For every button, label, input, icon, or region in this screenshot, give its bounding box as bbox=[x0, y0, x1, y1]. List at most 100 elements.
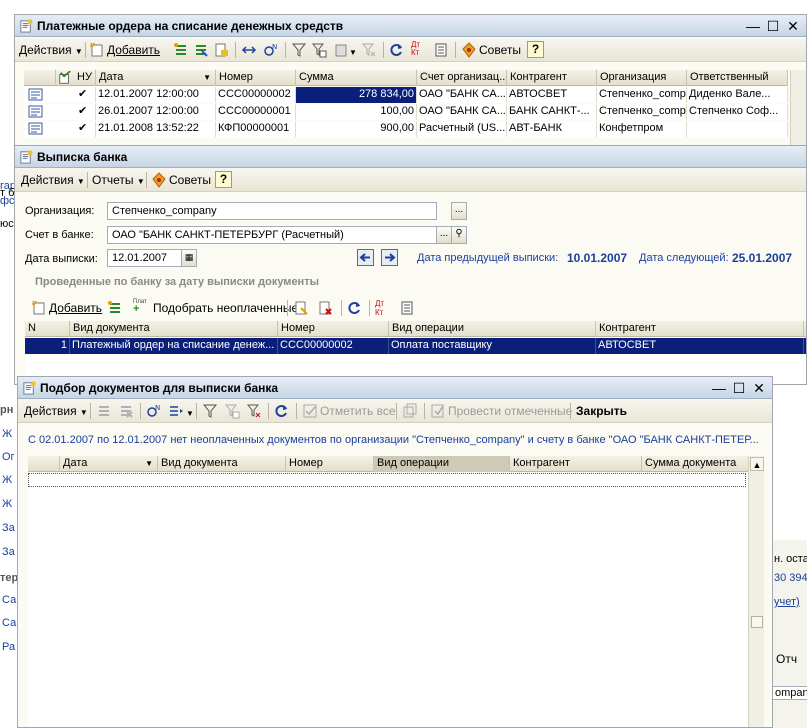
filter-icon[interactable] bbox=[291, 42, 307, 58]
filter-history-icon[interactable] bbox=[333, 42, 349, 58]
copy-icon[interactable] bbox=[107, 300, 123, 316]
copy-icon[interactable] bbox=[173, 42, 189, 58]
actions-menu[interactable]: Действия ▼ bbox=[24, 403, 88, 420]
bg-link[interactable]: Ог bbox=[2, 451, 15, 463]
previous-date-button[interactable] bbox=[357, 249, 374, 266]
open-bank-account-button[interactable]: ⚲ bbox=[451, 226, 467, 244]
column-document-sum[interactable]: Сумма документа bbox=[642, 456, 756, 472]
edit-icon-disabled[interactable] bbox=[96, 403, 112, 419]
maximize-button[interactable]: ☐ bbox=[764, 17, 782, 35]
actions-menu[interactable]: Действия ▼ bbox=[21, 172, 85, 189]
column-operation-type[interactable]: Вид операции bbox=[374, 456, 510, 472]
filter-value-icon[interactable] bbox=[311, 42, 327, 58]
mark-delete-icon[interactable] bbox=[213, 42, 229, 58]
mark-all-button[interactable]: Отметить все bbox=[320, 403, 396, 420]
list-options-dropdown[interactable]: ▼ bbox=[186, 405, 194, 422]
clear-filter-icon[interactable] bbox=[361, 42, 377, 58]
filter-value-icon[interactable] bbox=[224, 403, 240, 419]
tips-button[interactable]: Советы bbox=[479, 42, 521, 59]
column-n[interactable]: N bbox=[25, 321, 70, 337]
calendar-button[interactable]: ▦ bbox=[181, 249, 197, 267]
payment-orders-titlebar[interactable]: Платежные ордера на списание денежных ср… bbox=[15, 15, 806, 37]
refresh-icon[interactable] bbox=[274, 403, 290, 419]
next-date-button[interactable] bbox=[381, 249, 398, 266]
bg-link[interactable]: За bbox=[2, 546, 15, 558]
actions-menu[interactable]: Действия ▼ bbox=[19, 42, 83, 59]
organization-field[interactable]: Степченко_company bbox=[107, 202, 437, 220]
vertical-scrollbar[interactable] bbox=[790, 70, 806, 149]
cell-sum-selected[interactable]: 278 834,00 bbox=[296, 87, 417, 103]
table-row[interactable]: ✔ 21.01.2008 13:52:22 КФП00000001 900,00… bbox=[24, 121, 788, 137]
column-date[interactable]: Дата ▼ bbox=[96, 70, 216, 86]
close-action-button[interactable]: Закрыть bbox=[576, 403, 627, 420]
column-nu[interactable]: НУ bbox=[74, 70, 96, 86]
mark-icon-disabled[interactable] bbox=[118, 403, 134, 419]
refresh-icon[interactable] bbox=[347, 300, 363, 316]
help-button[interactable]: ? bbox=[215, 171, 232, 188]
table-row[interactable]: ✔ 12.01.2007 12:00:00 ССС00000002 278 83… bbox=[24, 87, 788, 103]
column-contractor[interactable]: Контрагент bbox=[596, 321, 804, 337]
add-button[interactable]: Добавить bbox=[107, 42, 160, 59]
table-row[interactable]: ✔ 26.01.2007 12:00:00 ССС00000001 100,00… bbox=[24, 104, 788, 120]
post-marked-button[interactable]: Провести отмеченные bbox=[448, 403, 572, 420]
select-documents-grid-body[interactable] bbox=[28, 473, 756, 727]
filter-dropdown[interactable]: ▼ bbox=[349, 44, 357, 61]
column-account[interactable]: Счет организац... bbox=[417, 70, 507, 86]
column-number[interactable]: Номер bbox=[216, 70, 296, 86]
bg-link[interactable]: Ж bbox=[2, 498, 12, 510]
column-contractor[interactable]: Контрагент bbox=[510, 456, 642, 472]
column-number[interactable]: Номер bbox=[278, 321, 389, 337]
table-row-selected[interactable]: 1 Платежный ордер на списание денеж... С… bbox=[25, 338, 806, 354]
column-icon[interactable] bbox=[24, 70, 56, 86]
filter-icon[interactable] bbox=[202, 403, 218, 419]
add-button[interactable]: Добавить bbox=[49, 300, 102, 317]
maximize-button[interactable]: ☐ bbox=[730, 379, 748, 397]
bg-link[interactable]: Са bbox=[2, 617, 16, 629]
vertical-scrollbar[interactable]: ▲ bbox=[748, 456, 764, 727]
report-icon[interactable] bbox=[433, 42, 449, 58]
dt-kt-icon[interactable]: Дт Кт bbox=[411, 41, 429, 59]
scroll-up-button[interactable]: ▲ bbox=[750, 457, 764, 471]
column-responsible[interactable]: Ответственный bbox=[687, 70, 788, 86]
clear-filter-icon[interactable] bbox=[246, 403, 262, 419]
refresh-icon[interactable] bbox=[389, 42, 405, 58]
column-date[interactable]: Дата ▼ bbox=[60, 456, 158, 472]
bank-account-select-button[interactable]: ... bbox=[436, 226, 452, 244]
bg-link[interactable]: Ж bbox=[2, 428, 12, 440]
find-icon[interactable]: N bbox=[263, 42, 279, 58]
organization-select-button[interactable]: ... bbox=[451, 202, 467, 220]
column-number[interactable]: Номер bbox=[286, 456, 374, 472]
help-button[interactable]: ? bbox=[527, 41, 544, 58]
select-documents-titlebar[interactable]: Подбор документов для выписки банка — ☐ … bbox=[18, 377, 772, 399]
column-document-type[interactable]: Вид документа bbox=[158, 456, 286, 472]
bg-link[interactable]: Ж bbox=[2, 474, 12, 486]
find-icon[interactable]: N bbox=[146, 403, 162, 419]
column-contractor[interactable]: Контрагент bbox=[507, 70, 597, 86]
pick-unpaid-button[interactable]: Подобрать неоплаченные bbox=[153, 300, 298, 317]
minimize-button[interactable]: — bbox=[710, 379, 728, 397]
close-button[interactable]: ✕ bbox=[750, 379, 768, 397]
reports-menu[interactable]: Отчеты ▼ bbox=[92, 172, 145, 189]
delete-row-icon[interactable] bbox=[317, 300, 333, 316]
bg-link[interactable]: Са bbox=[2, 594, 16, 606]
close-button[interactable]: ✕ bbox=[784, 17, 802, 35]
edit-icon[interactable] bbox=[193, 42, 209, 58]
bank-account-field[interactable]: ОАО "БАНК САНКТ-ПЕТЕРБУРГ (Расчетный) bbox=[107, 226, 437, 244]
list-options-icon[interactable] bbox=[168, 403, 184, 419]
report-icon[interactable] bbox=[399, 300, 415, 316]
scroll-thumb[interactable] bbox=[751, 616, 763, 628]
goto-icon[interactable] bbox=[241, 42, 257, 58]
column-mark[interactable] bbox=[28, 456, 60, 472]
column-sum[interactable]: Сумма bbox=[296, 70, 417, 86]
copy-icon-disabled[interactable] bbox=[402, 403, 418, 419]
empty-row-focus[interactable] bbox=[28, 473, 746, 487]
minimize-button[interactable]: — bbox=[744, 17, 762, 35]
bg-link[interactable]: За bbox=[2, 522, 15, 534]
tips-button[interactable]: Советы bbox=[169, 172, 211, 189]
dt-kt-icon[interactable]: Дт Кт bbox=[375, 299, 393, 317]
bg-link[interactable]: Ра bbox=[2, 641, 15, 653]
bank-statement-titlebar[interactable]: Выписка банка bbox=[15, 146, 806, 168]
column-document-type[interactable]: Вид документа bbox=[70, 321, 278, 337]
column-operation-type[interactable]: Вид операции bbox=[389, 321, 596, 337]
edit-row-icon[interactable] bbox=[293, 300, 309, 316]
